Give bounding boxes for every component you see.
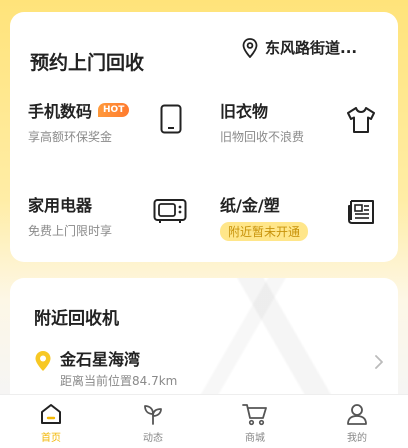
- service-home-appliance[interactable]: 家用电器 免费上门限时享: [28, 192, 112, 239]
- service-name: 旧衣物: [220, 102, 269, 121]
- service-name: 纸/金/塑: [220, 196, 280, 215]
- hot-badge: HOT: [98, 103, 130, 117]
- service-old-clothes[interactable]: 旧衣物 旧物回收不浪费: [220, 98, 304, 145]
- service-subtitle: 旧物回收不浪费: [220, 130, 305, 144]
- tab-mall[interactable]: 商城: [204, 395, 306, 448]
- newspaper-icon: [348, 200, 374, 224]
- tab-label: 我的: [347, 433, 367, 444]
- recycle-service-card: 预约上门回收 东风路街道... 手机数码 HOT 享高额环保奖金 旧衣物 旧物回…: [10, 12, 398, 262]
- tab-label: 首页: [41, 433, 61, 444]
- station-pin-icon: [35, 351, 51, 371]
- map-background: [178, 278, 398, 408]
- location-text: 东风路街道...: [265, 39, 358, 57]
- nearby-machines-card: 附近回收机 金石星海湾 距离当前位置84.7km: [10, 278, 398, 408]
- unavailable-pill: 附近暂未开通: [220, 222, 309, 241]
- service-phone-digital[interactable]: 手机数码 HOT 享高额环保奖金: [28, 98, 130, 145]
- chevron-right-icon: [375, 355, 383, 369]
- nearby-title: 附近回收机: [34, 309, 119, 329]
- service-paper-metal-plastic[interactable]: 纸/金/塑 附近暂未开通: [220, 192, 309, 241]
- tab-label: 商城: [245, 433, 265, 444]
- service-name: 手机数码: [28, 102, 93, 121]
- sprout-icon: [144, 405, 162, 425]
- service-subtitle: 免费上门限时享: [28, 224, 113, 238]
- tab-label: 动态: [143, 433, 163, 444]
- tv-icon: [153, 199, 187, 223]
- phone-icon: [160, 104, 182, 134]
- shirt-icon: [347, 107, 375, 133]
- user-icon: [347, 404, 367, 425]
- bottom-tab-bar: 首页 动态 商城 我的: [0, 394, 408, 448]
- station-list-item[interactable]: 金石星海湾 距离当前位置84.7km: [34, 346, 384, 388]
- location-pin-icon: [242, 37, 258, 58]
- home-icon: [41, 404, 61, 424]
- service-name: 家用电器: [28, 196, 93, 215]
- service-subtitle: 享高额环保奖金: [28, 130, 113, 144]
- page-title: 预约上门回收: [30, 52, 145, 74]
- cart-icon: [242, 404, 267, 426]
- station-distance: 距离当前位置84.7km: [60, 374, 178, 388]
- location-selector[interactable]: 东风路街道...: [242, 37, 357, 58]
- tab-home[interactable]: 首页: [0, 395, 102, 448]
- station-name: 金石星海湾: [60, 350, 141, 369]
- tab-feed[interactable]: 动态: [102, 395, 204, 448]
- tab-profile[interactable]: 我的: [306, 395, 408, 448]
